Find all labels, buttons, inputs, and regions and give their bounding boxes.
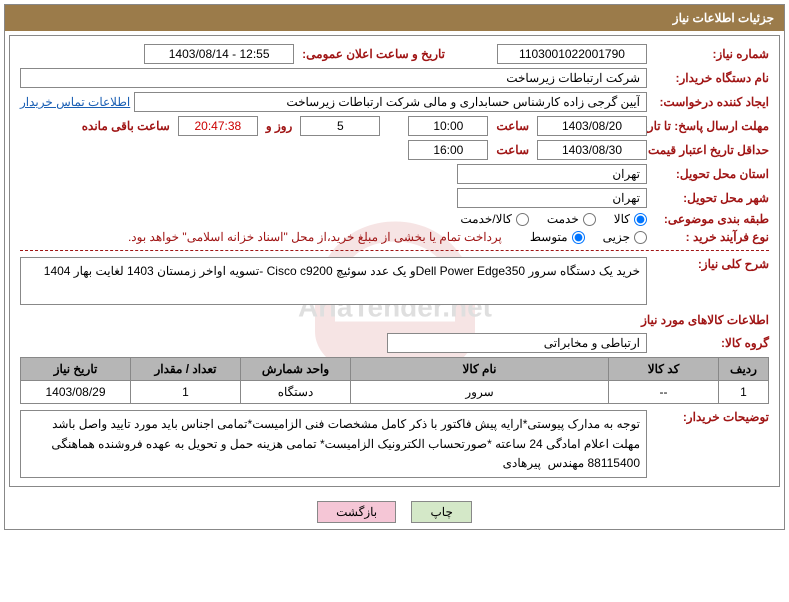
th-unit: واحد شمارش bbox=[241, 358, 351, 381]
print-button[interactable]: چاپ bbox=[411, 501, 471, 523]
announce-label: تاریخ و ساعت اعلان عمومی: bbox=[302, 47, 445, 61]
summary-text[interactable] bbox=[20, 257, 647, 305]
th-code: کد کالا bbox=[609, 358, 719, 381]
cell-code: -- bbox=[609, 381, 719, 404]
deadline-price-date[interactable] bbox=[537, 140, 647, 160]
goods-group-field[interactable] bbox=[387, 333, 647, 353]
panel-header: جزئیات اطلاعات نیاز bbox=[5, 5, 784, 31]
button-row: چاپ بازگشت bbox=[5, 491, 784, 529]
deadline-days[interactable] bbox=[300, 116, 380, 136]
radio-minor-input[interactable] bbox=[634, 231, 647, 244]
deadline-days-label: روز و bbox=[266, 119, 293, 133]
cell-date: 1403/08/29 bbox=[21, 381, 131, 404]
deadline-send-label: مهلت ارسال پاسخ: تا تاریخ: bbox=[651, 119, 769, 133]
form-body: شماره نیاز: تاریخ و ساعت اعلان عمومی: نا… bbox=[9, 35, 780, 487]
radio-goods-service[interactable]: کالا/خدمت bbox=[460, 212, 528, 226]
province-label: استان محل تحویل: bbox=[651, 167, 769, 181]
cell-name: سرور bbox=[351, 381, 609, 404]
city-label: شهر محل تحویل: bbox=[651, 191, 769, 205]
buyer-org-label: نام دستگاه خریدار: bbox=[651, 71, 769, 85]
table-header-row: ردیف کد کالا نام کالا واحد شمارش تعداد /… bbox=[21, 358, 769, 381]
deadline-countdown[interactable] bbox=[178, 116, 258, 136]
main-panel: جزئیات اطلاعات نیاز شماره نیاز: تاریخ و … bbox=[4, 4, 785, 530]
th-idx: ردیف bbox=[719, 358, 769, 381]
subject-class-group: کالا خدمت کالا/خدمت bbox=[460, 212, 647, 226]
th-qty: تعداد / مقدار bbox=[131, 358, 241, 381]
deadline-send-date[interactable] bbox=[537, 116, 647, 136]
summary-label: شرح کلی نیاز: bbox=[651, 257, 769, 271]
radio-service[interactable]: خدمت bbox=[547, 212, 596, 226]
radio-service-input[interactable] bbox=[583, 213, 596, 226]
deadline-send-time[interactable] bbox=[408, 116, 488, 136]
radio-goods[interactable]: کالا bbox=[614, 212, 647, 226]
radio-medium-input[interactable] bbox=[572, 231, 585, 244]
purchase-type-note: پرداخت تمام یا بخشی از مبلغ خرید،از محل … bbox=[128, 230, 502, 244]
purchase-type-group: جزیی متوسط bbox=[530, 230, 647, 244]
need-number-field[interactable] bbox=[497, 44, 647, 64]
goods-table: ردیف کد کالا نام کالا واحد شمارش تعداد /… bbox=[20, 357, 769, 404]
cell-unit: دستگاه bbox=[241, 381, 351, 404]
radio-medium[interactable]: متوسط bbox=[530, 230, 585, 244]
province-field[interactable] bbox=[457, 164, 647, 184]
th-date: تاریخ نیاز bbox=[21, 358, 131, 381]
radio-goods-input[interactable] bbox=[634, 213, 647, 226]
announce-field[interactable] bbox=[144, 44, 294, 64]
need-number-label: شماره نیاز: bbox=[651, 47, 769, 61]
city-field[interactable] bbox=[457, 188, 647, 208]
purchase-type-label: نوع فرآیند خرید : bbox=[651, 230, 769, 244]
back-button[interactable]: بازگشت bbox=[317, 501, 396, 523]
cell-qty: 1 bbox=[131, 381, 241, 404]
subject-class-label: طبقه بندی موضوعی: bbox=[651, 212, 769, 226]
requester-field[interactable] bbox=[134, 92, 647, 112]
table-row: 1 -- سرور دستگاه 1 1403/08/29 bbox=[21, 381, 769, 404]
deadline-remaining-label: ساعت باقی مانده bbox=[82, 119, 170, 133]
radio-minor[interactable]: جزیی bbox=[603, 230, 647, 244]
cell-idx: 1 bbox=[719, 381, 769, 404]
separator-1 bbox=[20, 250, 769, 251]
goods-info-title: اطلاعات کالاهای مورد نیاز bbox=[20, 313, 769, 327]
buyer-org-field[interactable] bbox=[20, 68, 647, 88]
buyer-contact-link[interactable]: اطلاعات تماس خریدار bbox=[20, 95, 130, 109]
goods-group-label: گروه کالا: bbox=[651, 336, 769, 350]
deadline-send-time-label: ساعت bbox=[496, 119, 529, 133]
buyer-notes-text[interactable] bbox=[20, 410, 647, 478]
deadline-price-label: حداقل تاریخ اعتبار قیمت: تا تاریخ: bbox=[651, 143, 769, 157]
requester-label: ایجاد کننده درخواست: bbox=[651, 95, 769, 109]
radio-goods-service-input[interactable] bbox=[516, 213, 529, 226]
deadline-price-time[interactable] bbox=[408, 140, 488, 160]
deadline-price-time-label: ساعت bbox=[496, 143, 529, 157]
th-name: نام کالا bbox=[351, 358, 609, 381]
buyer-notes-label: توضیحات خریدار: bbox=[651, 410, 769, 424]
panel-title: جزئیات اطلاعات نیاز bbox=[673, 11, 774, 25]
